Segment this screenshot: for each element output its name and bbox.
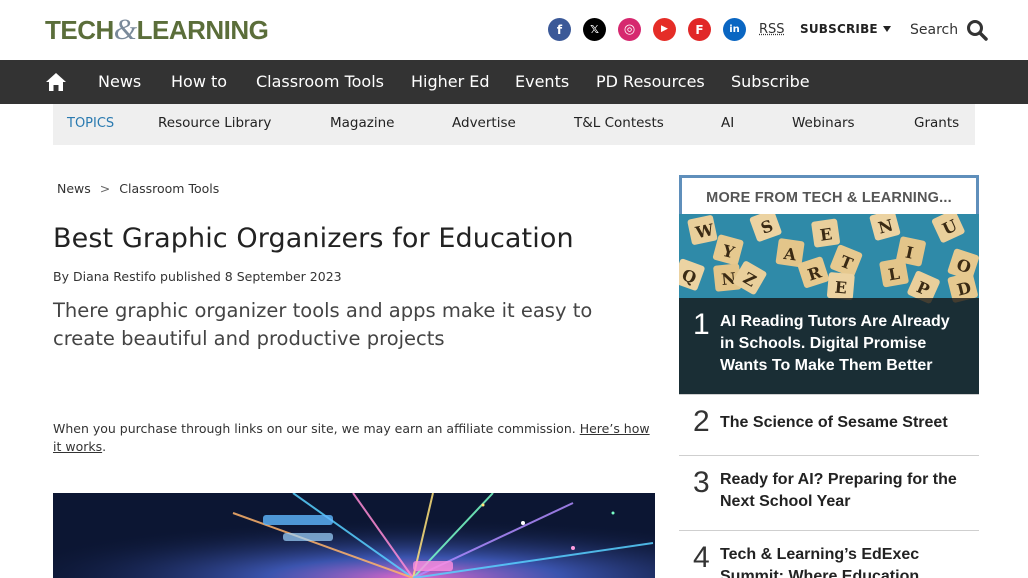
affiliate-period: . — [102, 439, 107, 454]
topic-ai[interactable]: AI — [721, 104, 734, 145]
sidebar-item-1-title[interactable]: AI Reading Tutors Are Already in Schools… — [720, 311, 965, 377]
sidebar-rank-3: 3 — [693, 466, 710, 499]
search-icon — [967, 20, 988, 41]
breadcrumb: News > Classroom Tools — [57, 181, 219, 196]
sidebar-divider — [679, 455, 979, 456]
social-links: f 𝕏 ◎ ▶ F in RSS — [548, 18, 785, 41]
affiliate-text: When you purchase through links on our s… — [53, 421, 576, 436]
subscribe-label: SUBSCRIBE — [800, 22, 878, 36]
home-button[interactable] — [44, 70, 68, 94]
main-navigation: News How to Classroom Tools Higher Ed Ev… — [0, 60, 1028, 104]
topic-webinars[interactable]: Webinars — [792, 104, 855, 145]
topic-grants[interactable]: Grants — [914, 104, 959, 145]
rss-link[interactable]: RSS — [759, 22, 785, 37]
nav-item-subscribe[interactable]: Subscribe — [731, 60, 810, 104]
topics-bar: TOPICS Resource Library Magazine Adverti… — [53, 104, 975, 145]
youtube-icon[interactable]: ▶ — [653, 18, 676, 41]
breadcrumb-classroom-tools[interactable]: Classroom Tools — [119, 181, 219, 196]
nav-item-pd-resources[interactable]: PD Resources — [596, 60, 705, 104]
nav-item-news[interactable]: News — [98, 60, 141, 104]
nav-item-how-to[interactable]: How to — [171, 60, 227, 104]
logo-ampersand: & — [113, 13, 137, 46]
sidebar-rank-2: 2 — [693, 405, 710, 438]
breadcrumb-news[interactable]: News — [57, 181, 91, 196]
article-hero-image — [53, 493, 655, 578]
search-label: Search — [910, 22, 959, 38]
sidebar-item-3-title[interactable]: Ready for AI? Preparing for the Next Sch… — [720, 469, 965, 513]
site-header: TECH & LEARNING f 𝕏 ◎ ▶ F in RSS SUBSCRIBE… — [0, 0, 1028, 60]
search-button[interactable]: Search — [910, 19, 988, 41]
topic-magazine[interactable]: Magazine — [330, 104, 394, 145]
logo-text-learning: LEARNING — [136, 15, 269, 45]
sidebar-heading: MORE FROM TECH & LEARNING... — [679, 175, 979, 215]
sidebar-item-4-title[interactable]: Tech & Learning’s EdExec Summit: Where E… — [720, 544, 965, 578]
sidebar-item-2-title[interactable]: The Science of Sesame Street — [720, 412, 965, 434]
byline-prefix: By — [53, 269, 69, 284]
publish-date: published 8 September 2023 — [160, 269, 342, 284]
topic-resource-library[interactable]: Resource Library — [158, 104, 271, 145]
facebook-icon[interactable]: f — [548, 18, 571, 41]
sidebar-rank-1: 1 — [693, 308, 710, 341]
affiliate-disclosure: When you purchase through links on our s… — [53, 420, 653, 456]
hero-image-graphic — [53, 493, 655, 578]
nav-item-events[interactable]: Events — [515, 60, 569, 104]
sidebar-divider — [679, 530, 979, 531]
article-strapline: There graphic organizer tools and apps m… — [53, 299, 593, 350]
site-logo[interactable]: TECH & LEARNING — [45, 13, 269, 46]
caret-down-icon — [882, 26, 891, 32]
nav-item-higher-ed[interactable]: Higher Ed — [411, 60, 490, 104]
nav-item-classroom-tools[interactable]: Classroom Tools — [256, 60, 384, 104]
topic-tl-contests[interactable]: T&L Contests — [574, 104, 664, 145]
topics-label: TOPICS — [67, 116, 115, 131]
flipboard-icon[interactable]: F — [688, 18, 711, 41]
byline: By Diana Restifo published 8 September 2… — [53, 269, 342, 284]
breadcrumb-separator: > — [99, 181, 111, 196]
sidebar-rank-4: 4 — [693, 541, 710, 574]
author-link[interactable]: Diana Restifo — [73, 269, 156, 284]
subscribe-dropdown[interactable]: SUBSCRIBE — [800, 22, 891, 36]
sidebar-feature-image[interactable]: W Y S A E T N I U O Q N Z R E L P D 1 AI… — [679, 214, 979, 394]
sidebar-divider — [679, 394, 979, 395]
svg-text:E: E — [834, 278, 848, 298]
more-from-sidebar: MORE FROM TECH & LEARNING... W Y S A E T… — [679, 175, 979, 578]
logo-text-tech: TECH — [45, 15, 114, 45]
instagram-icon[interactable]: ◎ — [618, 18, 641, 41]
linkedin-icon[interactable]: in — [723, 18, 746, 41]
home-icon — [46, 73, 66, 91]
topic-advertise[interactable]: Advertise — [452, 104, 516, 145]
article-title: Best Graphic Organizers for Education — [53, 223, 574, 254]
x-icon[interactable]: 𝕏 — [583, 18, 606, 41]
